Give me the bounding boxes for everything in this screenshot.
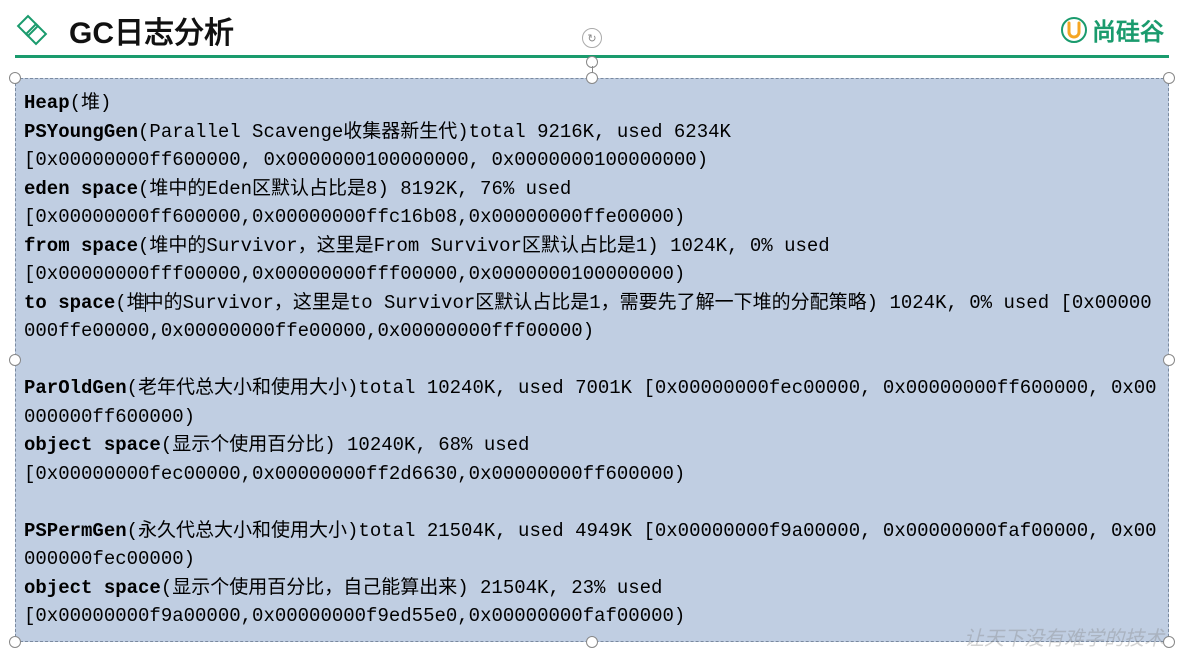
resize-handle-ml[interactable] xyxy=(9,354,21,366)
resize-handle-tr[interactable] xyxy=(1163,72,1175,84)
log-line: to space(堆中的Survivor，这里是to Survivor区默认占比… xyxy=(24,289,1160,346)
log-line: Heap(堆) xyxy=(24,89,1160,118)
log-line: [0x00000000fff00000,0x00000000fff00000,0… xyxy=(24,260,1160,289)
heap-note: (堆) xyxy=(70,92,112,114)
code-box: Heap(堆) PSYoungGen(Parallel Scavenge收集器新… xyxy=(15,78,1169,642)
log-line: PSPermGen(永久代总大小和使用大小)total 21504K, used… xyxy=(24,517,1160,574)
resize-handle-mr[interactable] xyxy=(1163,354,1175,366)
content-box[interactable]: Heap(堆) PSYoungGen(Parallel Scavenge收集器新… xyxy=(15,78,1169,642)
refresh-icon[interactable]: ↻ xyxy=(582,28,602,48)
resize-handle-tl[interactable] xyxy=(9,72,21,84)
perm-obj-label: object space xyxy=(24,577,161,599)
to-label: to space xyxy=(24,292,115,314)
log-line: object space(显示个使用百分比，自己能算出来) 21504K, 23… xyxy=(24,574,1160,603)
young-desc: (Parallel Scavenge收集器新生代)total 9216K, us… xyxy=(138,121,731,143)
log-line: [0x00000000ff600000,0x00000000ffc16b08,0… xyxy=(24,203,1160,232)
log-line: [0x00000000f9a00000,0x00000000f9ed55e0,0… xyxy=(24,602,1160,631)
old-obj-label: object space xyxy=(24,434,161,456)
to-desc-a: (堆 xyxy=(115,292,145,314)
log-line: [0x00000000ff600000, 0x0000000100000000,… xyxy=(24,146,1160,175)
from-label: from space xyxy=(24,235,138,257)
heap-label: Heap xyxy=(24,92,70,114)
resize-handle-br[interactable] xyxy=(1163,636,1175,648)
perm-obj-desc: (显示个使用百分比，自己能算出来) 21504K, 23% used xyxy=(161,577,663,599)
log-line xyxy=(24,346,1160,375)
log-line: object space(显示个使用百分比) 10240K, 68% used xyxy=(24,431,1160,460)
brand-text: 尚硅谷 xyxy=(1092,12,1164,47)
log-line: ParOldGen(老年代总大小和使用大小)total 10240K, used… xyxy=(24,374,1160,431)
resize-handle-tc[interactable] xyxy=(586,72,598,84)
perm-label: PSPermGen xyxy=(24,520,127,542)
old-label: ParOldGen xyxy=(24,377,127,399)
log-line: from space(堆中的Survivor，这里是From Survivor区… xyxy=(24,232,1160,261)
log-line: [0x00000000fec00000,0x00000000ff2d6630,0… xyxy=(24,460,1160,489)
logo-icon xyxy=(15,13,49,47)
from-desc: (堆中的Survivor，这里是From Survivor区默认占比是1) 10… xyxy=(138,235,830,257)
eden-label: eden space xyxy=(24,178,138,200)
brand-icon xyxy=(1060,16,1088,44)
perm-desc: (永久代总大小和使用大小)total 21504K, used 4949K [0… xyxy=(24,520,1157,571)
resize-handle-bc[interactable] xyxy=(586,636,598,648)
page-title: GC日志分析 xyxy=(69,8,234,52)
log-line xyxy=(24,488,1160,517)
to-desc-b: 中的Survivor，这里是to Survivor区默认占比是1，需要先了解一下… xyxy=(24,292,1152,343)
old-obj-desc: (显示个使用百分比) 10240K, 68% used xyxy=(161,434,530,456)
log-line: PSYoungGen(Parallel Scavenge收集器新生代)total… xyxy=(24,118,1160,147)
log-line: eden space(堆中的Eden区默认占比是8) 8192K, 76% us… xyxy=(24,175,1160,204)
young-label: PSYoungGen xyxy=(24,121,138,143)
eden-desc: (堆中的Eden区默认占比是8) 8192K, 76% used xyxy=(138,178,571,200)
old-desc: (老年代总大小和使用大小)total 10240K, used 7001K [0… xyxy=(24,377,1157,428)
resize-handle-bl[interactable] xyxy=(9,636,21,648)
brand: 尚硅谷 xyxy=(1060,12,1164,47)
